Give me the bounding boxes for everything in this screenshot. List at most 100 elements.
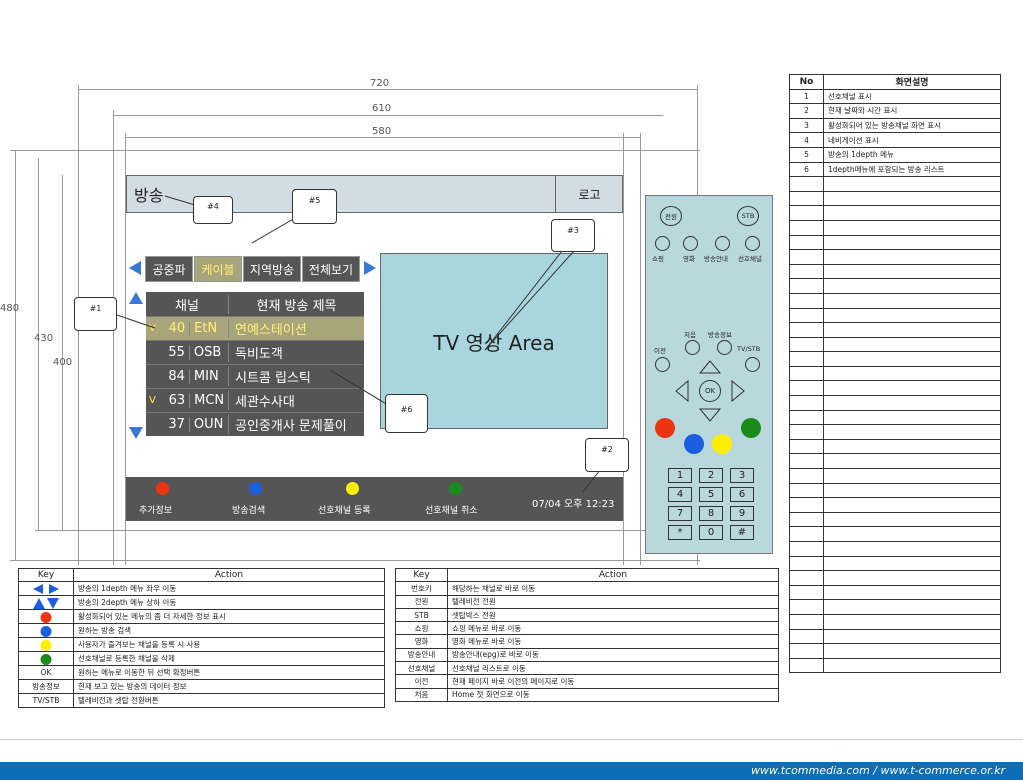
number-key[interactable]: 7 — [668, 506, 692, 521]
empty-row — [789, 468, 1001, 484]
remote-blue-button[interactable] — [684, 434, 704, 454]
key-table-right: Key Action 번호키 해당하는 채널로 바로 이동 전원 텔레비전 전원 STB… — [395, 567, 779, 702]
callout-5: #5 — [292, 189, 337, 224]
key-table-left: Key Action 방송의 1depth 메뉴 좌우 이동 방송의 2depth… — [18, 567, 385, 709]
yellow-circle-icon — [40, 639, 52, 651]
action-cell: 현재 페이지 바로 이전의 페이지로 이동 — [447, 674, 779, 689]
epg-label: 방송안내 — [704, 255, 728, 263]
dpad-up-icon[interactable] — [698, 360, 722, 374]
empty-row — [789, 176, 1001, 192]
key-row: 원하는 방송 검색 — [18, 623, 385, 639]
number-key[interactable]: 2 — [699, 468, 723, 483]
key-row: 선호채널 선호채널 리스트로 이동 — [395, 661, 779, 676]
key-row: 방송의 1depth 메뉴 좌우 이동 — [18, 581, 385, 597]
empty-row — [789, 613, 1001, 630]
movie-button[interactable] — [683, 236, 698, 251]
empty-row — [789, 292, 1001, 309]
up-down-arrows-icon — [31, 597, 61, 609]
empty-row — [789, 424, 1001, 440]
number-key[interactable]: 4 — [668, 487, 692, 502]
power-button[interactable]: 전원 — [660, 206, 682, 226]
number-key[interactable]: # — [730, 525, 754, 540]
key-cell — [18, 651, 74, 667]
remote-red-button[interactable] — [655, 418, 675, 438]
favorite-label: 선호채널 — [738, 255, 762, 263]
number-key[interactable]: 6 — [730, 487, 754, 502]
key-cell: 처음 — [395, 687, 448, 702]
empty-row — [789, 234, 1001, 251]
action-cell: 선호채널로 등록한 채널을 삭제 — [73, 651, 385, 667]
key-row: 방송의 2depth 메뉴 상하 이동 — [18, 595, 385, 611]
empty-row — [789, 336, 1001, 353]
key-cell — [18, 609, 74, 625]
empty-row — [789, 657, 1001, 674]
action-cell: 활성화되어 있는 메뉴의 좀 더 자세한 정보 표시 — [73, 609, 385, 625]
prev-button[interactable] — [655, 357, 670, 372]
empty-row — [789, 497, 1001, 513]
description-cell: 활성화되어 있는 방송채널 화면 표시 — [823, 117, 1001, 134]
home-label: 처음 — [684, 331, 696, 339]
number-key[interactable]: 8 — [699, 506, 723, 521]
action-cell: 사용자가 즐겨보는 채널을 등록 시 사용 — [73, 637, 385, 653]
number-key[interactable]: 0 — [699, 525, 723, 540]
no-cell: 3 — [789, 117, 824, 134]
empty-row — [789, 380, 1001, 397]
empty-row — [789, 584, 1001, 601]
home-button[interactable] — [685, 340, 700, 355]
footer-url[interactable]: www.tcommedia.com / www.t-commerce.or.kr — [751, 764, 1005, 777]
action-cell: 방송의 2depth 메뉴 상하 이동 — [73, 595, 385, 611]
action-cell: 원하는 방송 검색 — [73, 623, 385, 639]
empty-row — [789, 453, 1001, 470]
action-cell: 셋탑박스 전원 — [447, 607, 779, 623]
tvstb-label: TV/STB — [737, 345, 761, 353]
favorite-channel-button[interactable] — [745, 236, 760, 251]
tvstb-button[interactable] — [745, 357, 760, 372]
description-cell: 선호채널 표시 — [823, 88, 1001, 105]
number-key[interactable]: 9 — [730, 506, 754, 521]
action-cell: Home 첫 화면으로 이동 — [447, 687, 779, 702]
info-button[interactable] — [717, 340, 732, 355]
number-key[interactable]: 3 — [730, 468, 754, 483]
description-row: 1 선호채널 표시 — [789, 88, 1001, 105]
action-cell: 텔레비전 전원 — [447, 594, 779, 609]
red-circle-icon — [40, 611, 52, 623]
callout-2: #2 — [585, 438, 629, 472]
number-key[interactable]: 1 — [668, 468, 692, 483]
action-cell: 원하는 메뉴로 이동한 뒤 선택 확정버튼 — [73, 665, 385, 681]
dpad-right-icon[interactable] — [731, 379, 745, 403]
empty-row — [789, 570, 1001, 586]
key-cell — [18, 637, 74, 653]
key-cell: OK — [18, 665, 74, 681]
empty-row — [789, 307, 1001, 324]
key-row: 영화 영화 메뉴로 바로 이동 — [395, 634, 779, 649]
remote-green-button[interactable] — [741, 418, 761, 438]
number-key[interactable]: 5 — [699, 487, 723, 502]
action-cell: 방송의 1depth 메뉴 좌우 이동 — [73, 581, 385, 597]
shopping-label: 쇼핑 — [652, 255, 664, 263]
epg-button[interactable] — [715, 236, 730, 251]
empty-row — [789, 438, 1001, 455]
action-cell: 해당하는 채널로 바로 이동 — [447, 581, 779, 596]
blue-circle-icon — [40, 625, 52, 637]
shopping-button[interactable] — [655, 236, 670, 251]
no-cell: 4 — [789, 132, 824, 148]
callout-3: #3 — [551, 219, 595, 252]
action-cell: 텔레비전과 셋탑 전환버튼 — [73, 693, 385, 709]
number-key[interactable]: * — [668, 525, 692, 540]
remote-yellow-button[interactable] — [712, 434, 732, 454]
footer-divider — [0, 739, 1023, 740]
empty-row — [789, 628, 1001, 645]
stb-power-button[interactable]: STB — [737, 206, 759, 226]
key-row: 활성화되어 있는 메뉴의 좀 더 자세한 정보 표시 — [18, 609, 385, 625]
action-cell: 선호채널 리스트로 이동 — [447, 661, 779, 676]
no-cell: 2 — [789, 103, 824, 119]
key-row: 처음 Home 첫 화면으로 이동 — [395, 687, 779, 702]
remote-control: 전원 STB 쇼핑 영화 방송안내 선호채널 처음 방송정보 이전 TV/STB… — [645, 195, 773, 554]
left-right-arrows-icon — [31, 584, 61, 595]
ok-button[interactable]: OK — [699, 380, 721, 402]
description-cell: 1depth메뉴에 포함되는 방송 리스트 — [823, 161, 1001, 178]
dpad-left-icon[interactable] — [675, 379, 689, 403]
action-cell: 영화 메뉴로 바로 이동 — [447, 634, 779, 649]
empty-row — [789, 643, 1001, 659]
dpad-down-icon[interactable] — [698, 408, 722, 422]
